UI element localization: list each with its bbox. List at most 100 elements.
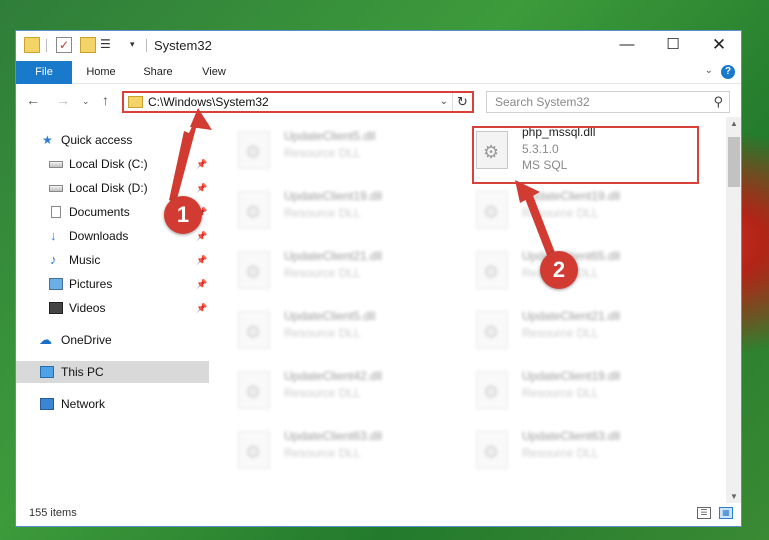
dll-file-icon: ⚙ (476, 431, 508, 469)
customize-toolbar-chevron-icon[interactable]: ▾ (130, 39, 135, 50)
file-name: UpdateClient21.dll (284, 249, 383, 263)
dll-file-icon: ⚙ (476, 371, 508, 409)
sidebar-item-quick-access[interactable]: ★ Quick access (16, 129, 209, 151)
file-item[interactable]: ⚙ UpdateClient63.dll Resource DLL (466, 417, 696, 477)
sidebar-item-label: Music (69, 253, 101, 267)
up-arrow-icon[interactable]: ↑ (102, 92, 109, 108)
new-folder-icon[interactable] (80, 37, 96, 53)
scroll-down-arrow-icon[interactable]: ▼ (730, 492, 738, 501)
scroll-up-arrow-icon[interactable]: ▲ (730, 119, 738, 128)
address-bar[interactable]: C:\Windows\System32 ⌄ ↻ (122, 91, 474, 113)
pin-icon[interactable]: 📌 (196, 273, 207, 295)
file-item[interactable]: ⚙ UpdateClient21.dll Resource DLL (466, 297, 696, 357)
pin-icon[interactable]: 📌 (196, 153, 207, 175)
window-title: System32 (154, 38, 212, 53)
file-item[interactable]: ⚙ UpdateClient65.dll Resource DLL (466, 237, 696, 297)
address-dropdown-chevron-icon[interactable]: ⌄ (440, 96, 448, 107)
vertical-scrollbar[interactable]: ▲ ▼ (726, 117, 741, 503)
gear-icon: ⚙ (483, 202, 500, 222)
file-name: UpdateClient63.dll (522, 429, 621, 443)
maximize-button[interactable]: ☐ (650, 31, 696, 60)
tab-share[interactable]: Share (134, 61, 182, 84)
pin-icon[interactable]: 📌 (196, 249, 207, 271)
sidebar-item-network[interactable]: Network (16, 393, 209, 415)
file-name: UpdateClient5.dll (284, 129, 376, 143)
file-item[interactable]: ⚙ UpdateClient21.dll Resource DLL (228, 237, 458, 297)
sidebar-item-label: This PC (61, 365, 104, 379)
file-item[interactable]: ⚙ UpdateClient19.dll Resource DLL (228, 177, 458, 237)
gear-icon: ⚙ (483, 382, 500, 402)
help-icon[interactable]: ? (721, 65, 735, 79)
forward-arrow-icon[interactable]: → (56, 92, 70, 108)
cloud-icon: ☁ (39, 332, 52, 347)
disk-icon (49, 185, 63, 192)
sidebar-item-videos[interactable]: Videos 📌 (16, 297, 209, 319)
address-path[interactable]: C:\Windows\System32 (148, 95, 269, 109)
properties-check-icon[interactable]: ✓ (56, 37, 72, 53)
details-view-icon[interactable]: ☰ (697, 507, 711, 519)
sidebar-item-label: OneDrive (61, 333, 112, 347)
gear-icon: ⚙ (245, 262, 262, 282)
star-icon: ★ (42, 133, 53, 147)
sidebar-item-onedrive[interactable]: ☁ OneDrive (16, 329, 209, 351)
dll-file-icon: ⚙ (476, 191, 508, 229)
file-type: Resource DLL (522, 446, 599, 460)
pin-icon[interactable]: 📌 (196, 177, 207, 199)
refresh-icon[interactable]: ↻ (452, 93, 472, 111)
search-icon[interactable]: ⚲ (713, 94, 723, 110)
item-count: 155 items (29, 507, 77, 519)
file-name: UpdateClient19.dll (522, 369, 621, 383)
back-arrow-icon[interactable]: ← (26, 92, 40, 108)
sidebar-item-label: Local Disk (C:) (69, 157, 148, 171)
file-type: Resource DLL (284, 146, 361, 160)
gear-icon: ⚙ (245, 442, 262, 462)
gear-icon: ⚙ (245, 322, 262, 342)
folder-icon[interactable] (24, 37, 40, 53)
tab-view[interactable]: View (192, 61, 236, 84)
file-item[interactable]: ⚙ UpdateClient5.dll Resource DLL (228, 117, 458, 177)
recent-locations-chevron-icon[interactable]: ⌄ (82, 96, 90, 107)
sidebar-item-local-disk-c[interactable]: Local Disk (C:) 📌 (16, 153, 209, 175)
file-item[interactable]: ⚙ UpdateClient5.dll Resource DLL (228, 297, 458, 357)
file-item[interactable]: ⚙ UpdateClient19.dll Resource DLL (466, 177, 696, 237)
gear-icon: ⚙ (483, 322, 500, 342)
expand-ribbon-chevron-icon[interactable]: ⌄ (705, 65, 713, 76)
navigation-bar: ← → ⌄ ↑ C:\Windows\System32 ⌄ ↻ Search S… (16, 87, 741, 117)
status-bar: 155 items ☰ ▦ (16, 502, 741, 526)
file-item[interactable]: ⚙ UpdateClient42.dll Resource DLL (228, 357, 458, 417)
scrollbar-thumb[interactable] (728, 137, 740, 187)
pin-icon[interactable]: 📌 (196, 225, 207, 247)
tab-home[interactable]: Home (76, 61, 126, 84)
file-type: Resource DLL (284, 326, 361, 340)
sidebar-item-this-pc[interactable]: This PC (16, 361, 209, 383)
sidebar-item-label: Local Disk (D:) (69, 181, 148, 195)
sidebar-item-music[interactable]: ♪ Music 📌 (16, 249, 209, 271)
file-name: UpdateClient19.dll (284, 189, 383, 203)
file-name: UpdateClient42.dll (284, 369, 383, 383)
file-type: Resource DLL (284, 386, 361, 400)
video-icon (49, 302, 63, 314)
file-type: Resource DLL (522, 206, 599, 220)
step-1-badge: 1 (164, 196, 202, 234)
file-type: Resource DLL (284, 266, 361, 280)
close-button[interactable]: ✕ (696, 31, 741, 60)
gear-icon: ⚙ (245, 382, 262, 402)
file-item[interactable]: ⚙ UpdateClient19.dll Resource DLL (466, 357, 696, 417)
quick-access-properties-icon[interactable]: ☰ (100, 37, 116, 53)
sidebar-item-label: Documents (69, 205, 130, 219)
file-type: Resource DLL (522, 386, 599, 400)
file-name: UpdateClient63.dll (284, 429, 383, 443)
sidebar-item-pictures[interactable]: Pictures 📌 (16, 273, 209, 295)
download-icon: ↓ (50, 228, 57, 243)
file-explorer-window: ✓ ☰ ▾ System32 — ☐ ✕ File Home Share Vie… (15, 30, 742, 527)
search-input[interactable]: Search System32 ⚲ (486, 91, 730, 113)
tiles-view-icon[interactable]: ▦ (719, 507, 733, 519)
ribbon: File Home Share View ⌄ ? (16, 61, 741, 84)
file-item[interactable]: ⚙ UpdateClient63.dll Resource DLL (228, 417, 458, 477)
minimize-button[interactable]: — (604, 31, 650, 60)
pin-icon[interactable]: 📌 (196, 297, 207, 319)
tab-file[interactable]: File (16, 61, 72, 84)
dll-file-icon: ⚙ (476, 251, 508, 289)
dll-file-icon: ⚙ (476, 311, 508, 349)
title-bar: ✓ ☰ ▾ System32 — ☐ ✕ (16, 31, 741, 60)
